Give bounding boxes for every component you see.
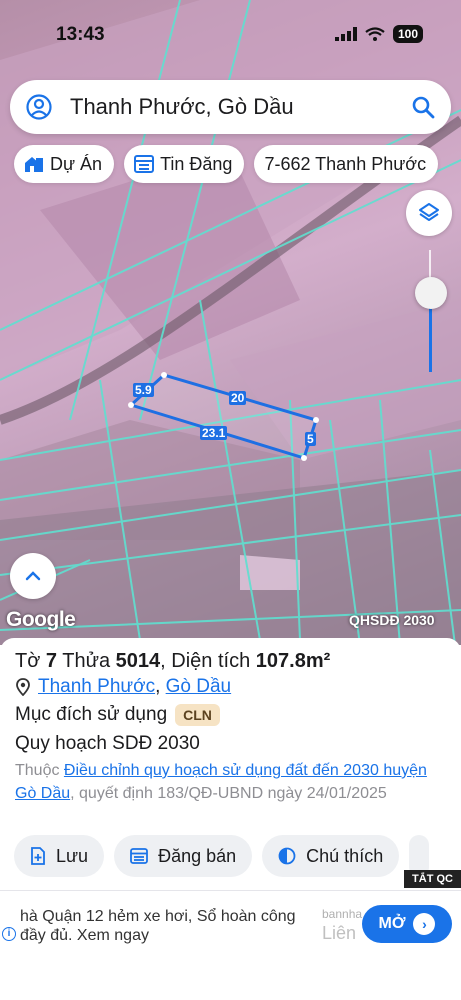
map-view[interactable]: 5.9 20 23.1 5 13:43 100 Thanh Phước, Gò … (0, 0, 461, 645)
land-purpose-row: Mục đích sử dụng CLN (15, 704, 220, 726)
half-circle-icon (278, 847, 296, 865)
parcel-dimension-label: 20 (229, 391, 247, 405)
ad-info-icon[interactable]: i (2, 927, 16, 941)
status-icons: 100 (334, 25, 423, 43)
land-use-code-badge: CLN (175, 704, 220, 726)
post-sale-button[interactable]: Đăng bán (114, 835, 253, 877)
ad-open-label: MỞ (378, 915, 406, 932)
map-layer-label: QHSDĐ 2030 (349, 612, 435, 628)
google-logo: Google (6, 608, 76, 631)
signal-icon (334, 27, 357, 41)
house-icon (25, 157, 43, 172)
planning-note: Thuộc Điều chỉnh quy hoạch sử dụng đất đ… (15, 759, 445, 805)
plot-number: 5014 (115, 650, 161, 672)
user-icon[interactable] (26, 94, 52, 120)
ward-link[interactable]: Thanh Phước (38, 676, 155, 698)
legend-label: Chú thích (306, 845, 384, 866)
chip-label: 7-662 Thanh Phước (264, 153, 427, 174)
expand-panel-button[interactable] (10, 553, 56, 599)
battery-indicator: 100 (392, 25, 423, 43)
parcel-title: Tờ 7 Thửa 5014, Diện tích 107.8m² (15, 650, 330, 673)
layers-icon (419, 203, 439, 221)
wifi-icon (365, 27, 385, 41)
chip-tin-dang[interactable]: Tin Đăng (124, 145, 245, 183)
parcel-dimension-label: 5.9 (133, 383, 154, 397)
area-label: Diện tích (171, 650, 251, 672)
chip-parcel-address[interactable]: 7-662 Thanh Phước (254, 145, 439, 183)
separator: , (160, 650, 166, 672)
district-link[interactable]: Gò Dầu (166, 676, 231, 698)
listing-icon (130, 848, 148, 864)
close-ad-button[interactable]: TẮT QC (404, 870, 461, 888)
filter-chips: Dự Án Tin Đăng 7-662 Thanh Phước (14, 145, 439, 183)
note-prefix: Thuộc (15, 762, 60, 779)
area-value: 107.8m² (255, 650, 331, 672)
action-row: Lưu Đăng bán Chú thích (14, 835, 430, 877)
bottom-strip (0, 958, 461, 1000)
ad-text: hà Quận 12 hẻm xe hơi, Sổ hoàn công đầy … (20, 908, 296, 944)
ad-cta-background: Liên (322, 923, 357, 943)
status-time: 13:43 (56, 24, 105, 45)
save-label: Lưu (56, 845, 89, 866)
opacity-slider-thumb[interactable] (415, 277, 447, 309)
chip-label: Dự Án (50, 153, 103, 174)
save-button[interactable]: Lưu (14, 835, 105, 877)
location-row: Thanh Phước, Gò Dầu (15, 676, 231, 698)
parcel-dimension-label: 23.1 (200, 426, 228, 440)
plot-label: Thửa (62, 650, 111, 672)
planning-label: Quy hoạch SDĐ 2030 (15, 733, 200, 754)
listing-icon (134, 155, 155, 173)
chip-du-an[interactable]: Dự Án (14, 145, 115, 183)
ad-domain: bannha (322, 907, 363, 921)
search-input[interactable]: Thanh Phước, Gò Dầu (70, 94, 411, 120)
separator: , (155, 676, 161, 697)
ad-open-button[interactable]: MỞ › (362, 905, 452, 943)
add-note-icon (31, 847, 45, 865)
chip-label: Tin Đăng (160, 153, 233, 174)
location-pin-icon (16, 678, 30, 696)
post-sale-label: Đăng bán (158, 845, 237, 866)
parcel-dimension-label: 5 (305, 432, 316, 446)
layers-button[interactable] (406, 190, 452, 236)
search-icon[interactable] (411, 95, 435, 119)
chevron-up-icon (25, 571, 41, 581)
purpose-label: Mục đích sử dụng (15, 704, 168, 725)
status-bar: 13:43 100 (0, 0, 461, 60)
sheet-number: 7 (45, 650, 58, 672)
note-suffix: , quyết định 183/QĐ-UBND ngày 24/01/2025 (70, 785, 387, 802)
legend-button[interactable]: Chú thích (262, 835, 400, 877)
sheet-label: Tờ (15, 650, 41, 672)
chevron-right-icon: › (413, 913, 436, 935)
search-bar[interactable]: Thanh Phước, Gò Dầu (10, 80, 451, 134)
